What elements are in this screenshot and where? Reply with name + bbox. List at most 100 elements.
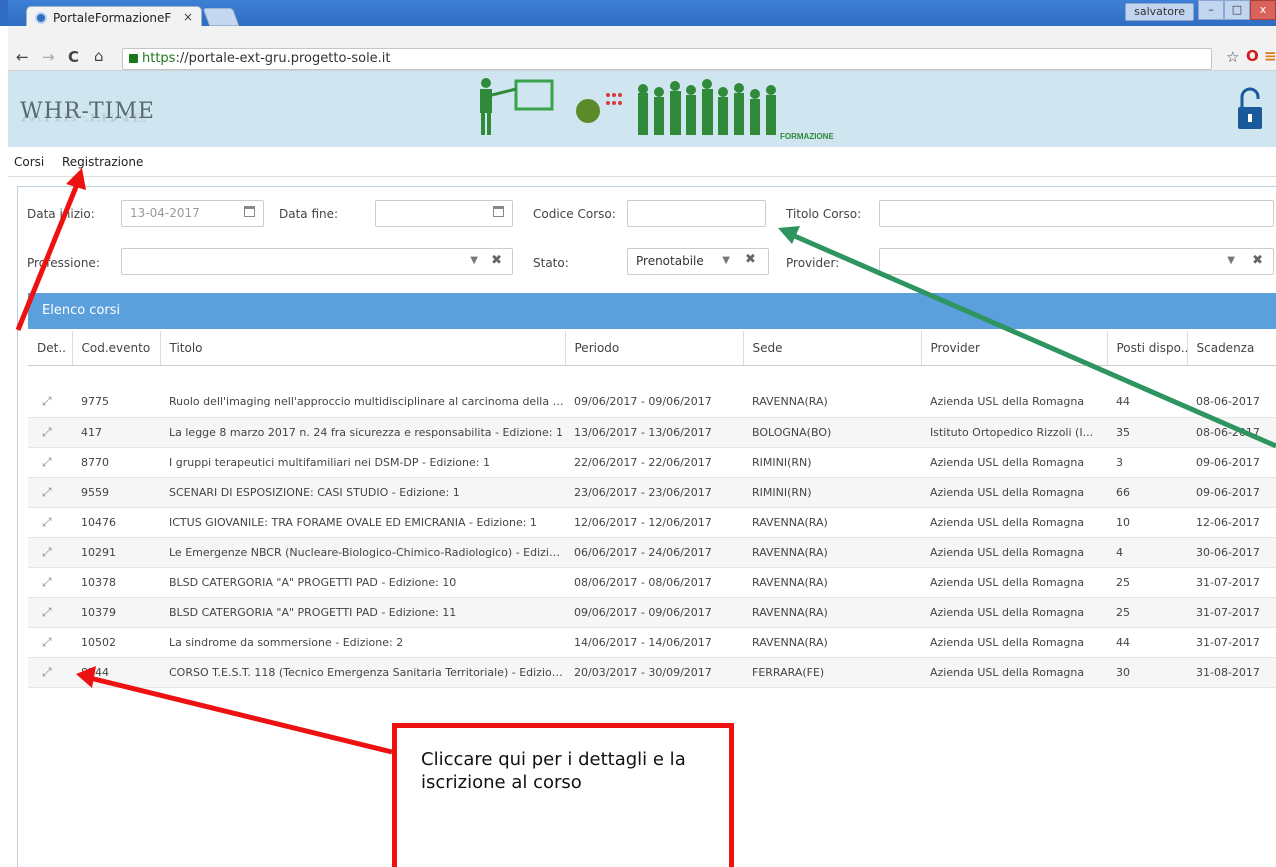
clear-icon[interactable]: ✖ xyxy=(491,253,502,268)
table-row[interactable]: ⤢ 10291 Le Emergenze NBCR (Nucleare-Biolog… xyxy=(28,537,1276,568)
cell-provider: Azienda USL della Romagna xyxy=(921,477,1107,508)
col-det[interactable]: Det.. xyxy=(28,331,73,366)
cell-scadenza: 31-07-2017 xyxy=(1187,627,1276,658)
favicon-icon xyxy=(35,12,47,24)
bookmark-star-icon[interactable]: ☆ xyxy=(1226,48,1239,66)
table-row[interactable]: ⤢ 10476 ICTUS GIOVANILE: TRA FORAME OVALE … xyxy=(28,507,1276,538)
maximize-button[interactable]: □ xyxy=(1224,0,1250,20)
table-row[interactable]: ⤢ 9559 SCENARI DI ESPOSIZIONE: CASI STUDIO… xyxy=(28,477,1276,508)
cell-sede: FERRARA(FE) xyxy=(743,657,921,688)
cell-titolo: BLSD CATERGORIA "A" PROGETTI PAD - Edizi… xyxy=(160,597,565,628)
clear-icon[interactable]: ✖ xyxy=(1252,253,1263,268)
back-icon[interactable]: ← xyxy=(16,48,29,66)
cell-periodo: 09/06/2017 - 09/06/2017 xyxy=(565,597,743,628)
table-row[interactable]: ⤢ 10378 BLSD CATERGORIA "A" PROGETTI PAD -… xyxy=(28,567,1276,598)
tab-close-icon[interactable]: × xyxy=(183,10,193,24)
cell-cod-evento: 8744 xyxy=(72,657,160,688)
opera-icon[interactable]: O xyxy=(1246,47,1259,65)
new-tab-button[interactable] xyxy=(202,8,240,26)
calendar-icon[interactable] xyxy=(244,206,255,217)
provider-select[interactable]: ▼ ✖ xyxy=(879,248,1274,275)
annotation-text: Cliccare qui per i dettagli e la iscrizi… xyxy=(421,749,686,793)
tab-title: PortaleFormazioneF xyxy=(53,11,172,25)
cell-periodo: 09/06/2017 - 09/06/2017 xyxy=(565,387,743,418)
window-close-button[interactable]: x xyxy=(1250,0,1276,20)
expand-details-icon[interactable]: ⤢ xyxy=(28,627,72,658)
forward-icon[interactable]: → xyxy=(42,48,55,66)
table-row[interactable]: ⤢ 8770 I gruppi terapeutici multifamiliari… xyxy=(28,447,1276,478)
cell-provider: Azienda USL della Romagna xyxy=(921,537,1107,568)
minimize-button[interactable]: – xyxy=(1198,0,1224,20)
table-row[interactable]: ⤢ 10502 La sindrome da sommersione - Edizi… xyxy=(28,627,1276,658)
home-icon[interactable]: ⌂ xyxy=(94,47,104,65)
data-inizio-label: Data inizio: xyxy=(27,207,95,221)
cell-titolo: La legge 8 marzo 2017 n. 24 fra sicurezz… xyxy=(160,417,565,448)
profile-user-button[interactable]: salvatore xyxy=(1125,3,1194,21)
stato-label: Stato: xyxy=(533,256,569,270)
table-row[interactable]: ⤢ 417 La legge 8 marzo 2017 n. 24 fra sicu… xyxy=(28,417,1276,448)
expand-details-icon[interactable]: ⤢ xyxy=(28,567,72,598)
col-periodo[interactable]: Periodo xyxy=(565,331,744,366)
cell-provider: Azienda USL della Romagna xyxy=(921,597,1107,628)
expand-details-icon[interactable]: ⤢ xyxy=(28,447,72,478)
cell-periodo: 08/06/2017 - 08/06/2017 xyxy=(565,567,743,598)
col-posti[interactable]: Posti dispo... xyxy=(1107,331,1188,366)
titolo-corso-label: Titolo Corso: xyxy=(786,207,862,221)
cell-sede: RIMINI(RN) xyxy=(743,447,921,478)
col-scadenza[interactable]: Scadenza xyxy=(1187,331,1276,366)
cell-sede: RAVENNA(RA) xyxy=(743,507,921,538)
expand-details-icon[interactable]: ⤢ xyxy=(28,387,72,418)
expand-details-icon[interactable]: ⤢ xyxy=(28,477,72,508)
data-inizio-value: 13-04-2017 xyxy=(130,206,200,220)
col-cod-evento[interactable]: Cod.evento xyxy=(72,331,161,366)
menu-item-corsi[interactable]: Corsi xyxy=(14,155,44,169)
data-inizio-field[interactable]: 13-04-2017 xyxy=(121,200,264,227)
cell-scadenza: 08-06-2017 xyxy=(1187,417,1276,448)
stato-clear-icon[interactable]: ✖ xyxy=(745,252,756,267)
unlock-icon[interactable] xyxy=(1236,87,1264,131)
address-bar[interactable]: https://portale-ext-gru.progetto-sole.it xyxy=(122,48,1212,70)
cell-cod-evento: 10379 xyxy=(72,597,160,628)
expand-details-icon[interactable]: ⤢ xyxy=(28,537,72,568)
cell-posti: 30 xyxy=(1107,657,1187,688)
table-row[interactable]: ⤢ 8744 CORSO T.E.S.T. 118 (Tecnico Emergen… xyxy=(28,657,1276,688)
expand-details-icon[interactable]: ⤢ xyxy=(28,597,72,628)
cell-cod-evento: 10291 xyxy=(72,537,160,568)
codice-corso-label: Codice Corso: xyxy=(533,207,616,221)
formazione-banner-image: FORMAZIONE xyxy=(480,78,834,141)
browser-titlebar: PortaleFormazioneF × salvatore – □ x xyxy=(0,0,1276,28)
cell-sede: RAVENNA(RA) xyxy=(743,387,921,418)
cell-titolo: La sindrome da sommersione - Edizione: 2 xyxy=(160,627,565,658)
expand-details-icon[interactable]: ⤢ xyxy=(28,417,72,448)
cell-sede: RAVENNA(RA) xyxy=(743,627,921,658)
cell-cod-evento: 9559 xyxy=(72,477,160,508)
col-titolo[interactable]: Titolo xyxy=(160,331,566,366)
titolo-corso-input[interactable] xyxy=(879,200,1274,227)
expand-details-icon[interactable]: ⤢ xyxy=(28,657,72,688)
expand-details-icon[interactable]: ⤢ xyxy=(28,507,72,538)
banner-label: FORMAZIONE xyxy=(780,132,834,141)
cell-cod-evento: 10502 xyxy=(72,627,160,658)
cell-periodo: 23/06/2017 - 23/06/2017 xyxy=(565,477,743,508)
col-provider[interactable]: Provider xyxy=(921,331,1108,366)
cell-titolo: Le Emergenze NBCR (Nucleare-Biologico-Ch… xyxy=(160,537,565,568)
data-fine-field[interactable] xyxy=(375,200,513,227)
cell-titolo: I gruppi terapeutici multifamiliari nei … xyxy=(160,447,565,478)
cell-titolo: BLSD CATERGORIA "A" PROGETTI PAD - Edizi… xyxy=(160,567,565,598)
cell-periodo: 14/06/2017 - 14/06/2017 xyxy=(565,627,743,658)
cell-periodo: 06/06/2017 - 24/06/2017 xyxy=(565,537,743,568)
calendar-icon[interactable] xyxy=(493,206,504,217)
codice-corso-input[interactable] xyxy=(627,200,766,227)
stato-value: Prenotabile xyxy=(636,254,704,268)
cell-provider: Azienda USL della Romagna xyxy=(921,627,1107,658)
cell-titolo: ICTUS GIOVANILE: TRA FORAME OVALE ED EMI… xyxy=(160,507,565,538)
browser-menu-icon[interactable]: ≡ xyxy=(1264,47,1276,65)
url-rest: ://portale-ext-gru.progetto-sole.it xyxy=(175,51,391,66)
professione-select[interactable]: ▼ ✖ xyxy=(121,248,513,275)
reload-icon[interactable]: C xyxy=(68,48,79,66)
table-row[interactable]: ⤢ 10379 BLSD CATERGORIA "A" PROGETTI PAD -… xyxy=(28,597,1276,628)
browser-tab[interactable]: PortaleFormazioneF × xyxy=(26,6,202,28)
table-row[interactable]: ⤢ 9775 Ruolo dell'imaging nell'approccio m… xyxy=(28,387,1276,418)
col-sede[interactable]: Sede xyxy=(743,331,922,366)
menu-item-registrazione[interactable]: Registrazione xyxy=(62,155,143,169)
